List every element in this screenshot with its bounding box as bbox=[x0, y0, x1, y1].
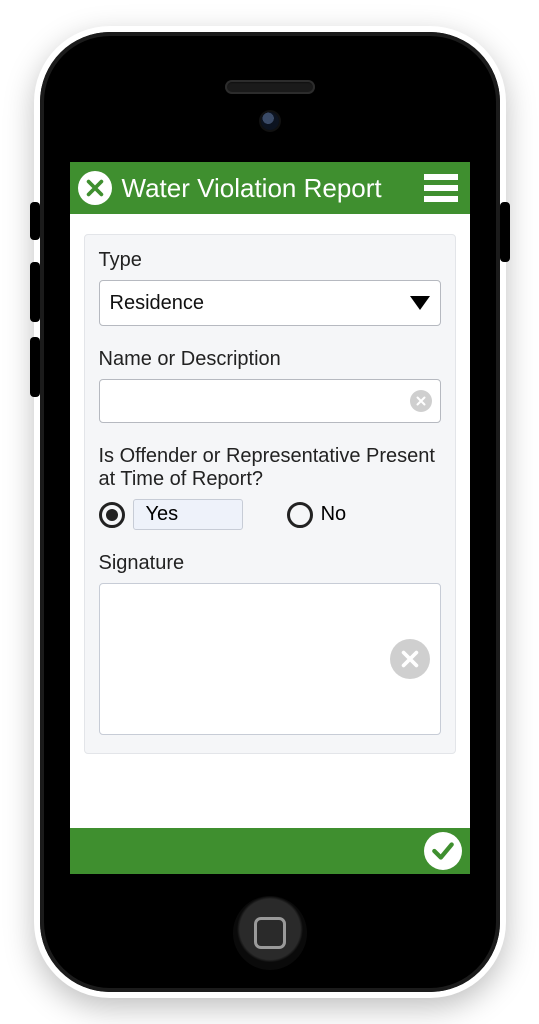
device-volume-up bbox=[30, 262, 40, 322]
type-select[interactable]: Residence bbox=[99, 280, 441, 326]
app-footer bbox=[70, 828, 470, 874]
name-desc-label: Name or Description bbox=[99, 348, 441, 371]
field-name-description: Name or Description bbox=[99, 348, 441, 423]
form-body: Type Residence Name or Description bbox=[70, 214, 470, 774]
present-no-label: No bbox=[321, 503, 347, 526]
device-mute-switch bbox=[30, 202, 40, 240]
chevron-down-icon bbox=[410, 296, 430, 310]
present-radio-group: Yes No bbox=[99, 499, 441, 530]
device-speaker bbox=[225, 80, 315, 94]
hamburger-icon bbox=[424, 174, 458, 180]
submit-button[interactable] bbox=[424, 832, 462, 870]
radio-icon bbox=[287, 502, 313, 528]
present-radio-yes[interactable]: Yes bbox=[99, 499, 287, 530]
device-volume-down bbox=[30, 337, 40, 397]
field-type: Type Residence bbox=[99, 249, 441, 326]
app-screen: Water Violation Report Type Residence bbox=[70, 162, 470, 874]
close-icon bbox=[399, 648, 421, 670]
type-selected-value: Residence bbox=[110, 292, 205, 315]
device-camera bbox=[261, 112, 279, 130]
page-title: Water Violation Report bbox=[112, 173, 420, 204]
device-mockup: Water Violation Report Type Residence bbox=[0, 0, 539, 1024]
type-label: Type bbox=[99, 249, 441, 272]
app-header: Water Violation Report bbox=[70, 162, 470, 214]
phone-frame: Water Violation Report Type Residence bbox=[40, 32, 500, 992]
device-home-button bbox=[233, 896, 307, 970]
radio-icon bbox=[99, 502, 125, 528]
name-desc-input-wrapper bbox=[99, 379, 441, 423]
device-power-button bbox=[500, 202, 510, 262]
menu-button[interactable] bbox=[420, 170, 462, 206]
form-panel: Type Residence Name or Description bbox=[84, 234, 456, 754]
field-present: Is Offender or Representative Present at… bbox=[99, 445, 441, 530]
home-icon bbox=[254, 917, 286, 949]
close-button[interactable] bbox=[78, 171, 112, 205]
clear-input-button[interactable] bbox=[410, 390, 432, 412]
present-label: Is Offender or Representative Present at… bbox=[99, 445, 441, 491]
close-icon bbox=[84, 177, 106, 199]
signature-pad[interactable] bbox=[99, 583, 441, 735]
name-desc-input[interactable] bbox=[100, 380, 440, 422]
close-icon bbox=[415, 395, 427, 407]
present-yes-label: Yes bbox=[133, 499, 243, 530]
signature-clear-button[interactable] bbox=[390, 639, 430, 679]
check-icon bbox=[430, 838, 456, 864]
signature-label: Signature bbox=[99, 552, 441, 575]
present-radio-no[interactable]: No bbox=[287, 502, 347, 528]
field-signature: Signature bbox=[99, 552, 441, 735]
